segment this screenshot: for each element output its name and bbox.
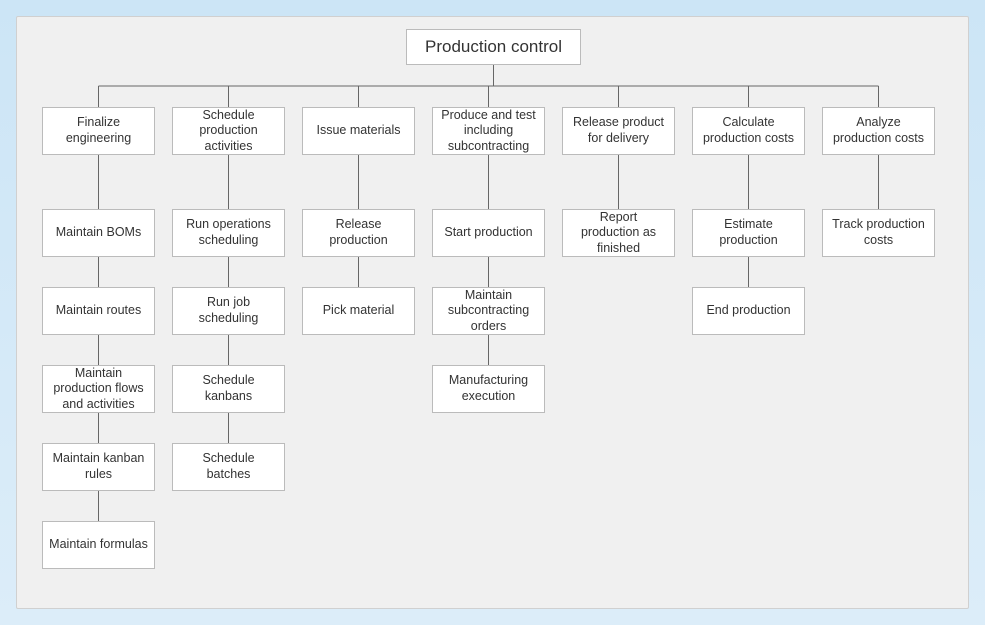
root-node: Production control (406, 29, 581, 65)
node-maintain-subcontracting-orders: Maintain subcontracting orders (432, 287, 545, 335)
node-produce-and-test: Produce and test including subcontractin… (432, 107, 545, 155)
node-schedule-kanbans: Schedule kanbans (172, 365, 285, 413)
node-pick-material: Pick material (302, 287, 415, 335)
node-schedule-batches: Schedule batches (172, 443, 285, 491)
node-run-operations-scheduling: Run operations scheduling (172, 209, 285, 257)
node-release-product-for-delivery: Release product for delivery (562, 107, 675, 155)
node-schedule-production-activities: Schedule production activities (172, 107, 285, 155)
node-estimate-production: Estimate production (692, 209, 805, 257)
node-report-production-as-finished: Report production as finished (562, 209, 675, 257)
node-maintain-formulas: Maintain formulas (42, 521, 155, 569)
node-finalize-engineering: Finalize engineering (42, 107, 155, 155)
node-maintain-routes: Maintain routes (42, 287, 155, 335)
node-maintain-kanban-rules: Maintain kanban rules (42, 443, 155, 491)
node-calculate-production-costs: Calculate production costs (692, 107, 805, 155)
node-track-production-costs: Track production costs (822, 209, 935, 257)
node-issue-materials: Issue materials (302, 107, 415, 155)
node-analyze-production-costs: Analyze production costs (822, 107, 935, 155)
node-maintain-production-flows: Maintain production flows and activities (42, 365, 155, 413)
node-start-production: Start production (432, 209, 545, 257)
node-release-production: Release production (302, 209, 415, 257)
diagram-canvas: Production control Finalize engineering … (16, 16, 969, 609)
node-manufacturing-execution: Manufacturing execution (432, 365, 545, 413)
node-maintain-boms: Maintain BOMs (42, 209, 155, 257)
node-end-production: End production (692, 287, 805, 335)
node-run-job-scheduling: Run job scheduling (172, 287, 285, 335)
